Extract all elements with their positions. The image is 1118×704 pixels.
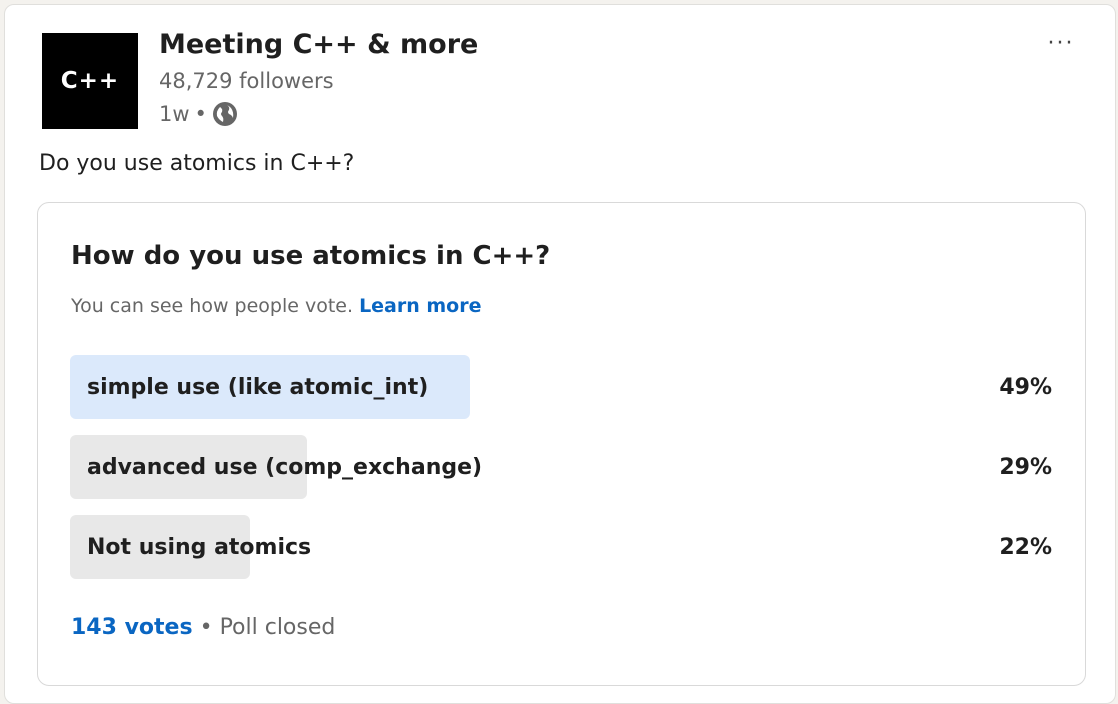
post-text: Do you use atomics in C++? (39, 151, 355, 176)
poll-footer: 143 votes • Poll closed (71, 615, 335, 640)
company-logo[interactable]: C++ (42, 33, 138, 129)
more-options-button[interactable]: ··· (1033, 29, 1089, 57)
poll-option[interactable]: simple use (like atomic_int) 49% (70, 355, 1052, 419)
poll-option[interactable]: Not using atomics 22% (70, 515, 1052, 579)
globe-icon (212, 101, 238, 127)
poll-option-label: simple use (like atomic_int) (87, 374, 429, 400)
post-meta: 1w • (159, 101, 238, 127)
poll-option-percent: 22% (999, 534, 1052, 560)
learn-more-link[interactable]: Learn more (359, 295, 481, 317)
meta-separator: • (194, 102, 207, 126)
poll-question: How do you use atomics in C++? (71, 241, 551, 271)
poll-option[interactable]: advanced use (comp_exchange) 29% (70, 435, 1052, 499)
poll-card: How do you use atomics in C++? You can s… (37, 202, 1086, 686)
poll-option-label: advanced use (comp_exchange) (87, 454, 483, 480)
poll-note: You can see how people vote. Learn more (71, 295, 482, 317)
ellipsis-icon: ··· (1047, 30, 1075, 56)
poll-option-percent: 49% (999, 374, 1052, 400)
poll-option-percent: 29% (999, 454, 1052, 480)
footer-separator: • (199, 615, 213, 640)
logo-text: C++ (60, 68, 120, 94)
vote-count-link[interactable]: 143 votes (71, 615, 193, 640)
poll-status: Poll closed (219, 615, 336, 640)
poll-option-label: Not using atomics (87, 534, 312, 560)
follower-count: 48,729 followers (159, 69, 334, 93)
poll-note-text: You can see how people vote. (71, 295, 354, 317)
org-name-link[interactable]: Meeting C++ & more (159, 29, 478, 60)
post-age: 1w (159, 102, 190, 126)
post-card: C++ Meeting C++ & more 48,729 followers … (4, 4, 1116, 704)
